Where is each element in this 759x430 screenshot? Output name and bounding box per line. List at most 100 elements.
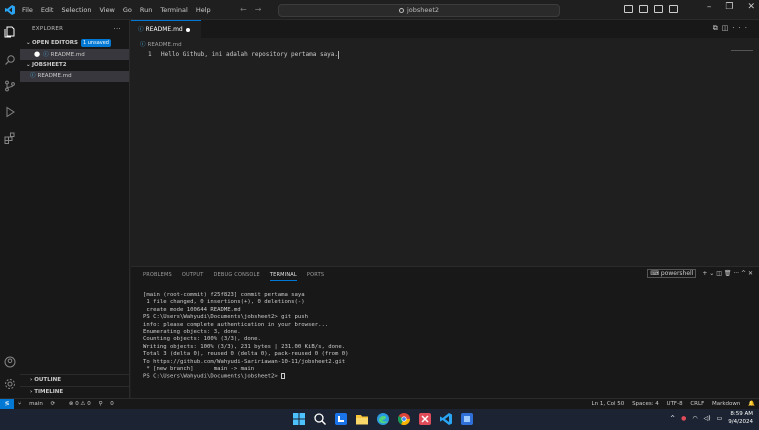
manage-gear-icon[interactable]	[4, 378, 16, 390]
toggle-primary-sidebar-icon[interactable]	[624, 5, 633, 13]
problems-indicator[interactable]: ⊗ 0 ⚠ 0	[69, 401, 91, 407]
tab-problems[interactable]: PROBLEMS	[143, 272, 172, 281]
volume-icon[interactable]: ◁)	[704, 415, 711, 422]
command-center-search[interactable]: jobsheet2	[278, 4, 560, 17]
panel-tabs: PROBLEMS OUTPUT DEBUG CONSOLE TERMINAL P…	[143, 272, 334, 281]
folder-label: JOBSHEET2	[32, 62, 67, 68]
branch-indicator[interactable]: ⑂ main ⟳	[18, 401, 61, 407]
terminal-output[interactable]: [main (root-commit) f25f823] commit pert…	[143, 292, 743, 381]
tab-output[interactable]: OUTPUT	[182, 272, 204, 281]
menu-terminal[interactable]: Terminal	[160, 6, 187, 14]
folder-section[interactable]: ⌄JOBSHEET2	[20, 60, 129, 71]
shell-label: powershell	[660, 270, 694, 277]
chrome-browser-icon[interactable]	[397, 412, 411, 426]
back-arrow-icon[interactable]: ←	[240, 5, 255, 14]
minimap[interactable]	[731, 50, 753, 51]
unsaved-dot-icon[interactable]	[185, 27, 190, 32]
modified-dot-icon: ●	[34, 50, 41, 58]
tab-readme[interactable]: ⓘ README.md	[131, 20, 201, 38]
title-bar: File Edit Selection View Go Run Terminal…	[0, 0, 759, 20]
cursor-position[interactable]: Ln 1, Col 50	[592, 401, 625, 407]
taskbar-app-blue-icon[interactable]	[460, 412, 474, 426]
minimize-button[interactable]: –	[707, 2, 712, 12]
file-explorer-icon[interactable]	[355, 412, 369, 426]
folder-file-item[interactable]: ⓘ README.md	[20, 71, 129, 82]
search-icon	[398, 7, 404, 13]
code-line[interactable]: 1 Hello Github, ini adalah repository pe…	[131, 50, 759, 60]
close-panel-icon[interactable]: ✕	[748, 270, 753, 277]
chevron-up-icon[interactable]: ^	[670, 415, 675, 422]
close-button[interactable]: ✕	[747, 2, 755, 12]
more-actions-icon[interactable]: ···	[113, 20, 121, 38]
open-editor-item[interactable]: ● ⓘ README.md	[20, 49, 129, 60]
line-text: Hello Github, ini adalah repository pert…	[161, 51, 339, 58]
status-bar: ≶ ⑂ main ⟳ ⊗ 0 ⚠ 0 ⚲ 0 Ln 1, Col 50 Spac…	[0, 398, 759, 409]
tray-app-icon[interactable]: ●	[681, 415, 686, 422]
sync-icon: ⟳	[50, 401, 56, 407]
open-editors-section[interactable]: ⌄OPEN EDITORS 1 unsaved	[20, 38, 129, 49]
branch-name: main	[29, 401, 43, 407]
customize-layout-icon[interactable]	[669, 5, 678, 13]
window-controls: – ❐ ✕	[707, 2, 755, 12]
ports-indicator[interactable]: ⚲ 0	[98, 401, 119, 407]
remote-indicator-icon[interactable]: ≶	[0, 399, 14, 409]
extensions-icon[interactable]	[4, 132, 16, 144]
search-view-icon[interactable]	[4, 54, 16, 66]
clock[interactable]: 8:59 AM 9/4/2024	[728, 411, 753, 426]
menu-edit[interactable]: Edit	[41, 6, 54, 14]
taskbar-apps	[292, 412, 474, 426]
editor-actions: ⧉◫···	[713, 24, 751, 33]
forward-arrow-icon[interactable]: →	[255, 5, 270, 14]
outline-section[interactable]: › OUTLINE	[20, 374, 130, 385]
indentation[interactable]: Spaces: 4	[632, 401, 659, 407]
explorer-icon[interactable]	[4, 26, 16, 38]
terminal-line: * [new branch] main -> main	[143, 366, 255, 373]
accounts-icon[interactable]	[4, 356, 16, 368]
taskbar-search-icon[interactable]	[313, 412, 327, 426]
menu-bar: File Edit Selection View Go Run Terminal…	[22, 0, 219, 20]
menu-file[interactable]: File	[22, 6, 33, 14]
notifications-bell-icon[interactable]: 🔔	[748, 401, 755, 407]
wifi-icon[interactable]: ◠	[692, 415, 697, 422]
kill-terminal-icon[interactable]: 🗑	[724, 270, 732, 277]
tab-terminal[interactable]: TERMINAL	[269, 272, 297, 281]
split-terminal-icon[interactable]: ◫	[716, 270, 722, 277]
menu-view[interactable]: View	[99, 6, 114, 14]
menu-run[interactable]: Run	[140, 6, 152, 14]
vscode-taskbar-icon[interactable]	[439, 412, 453, 426]
edge-browser-icon[interactable]	[376, 412, 390, 426]
taskbar-app-icon[interactable]	[334, 412, 348, 426]
menu-go[interactable]: Go	[123, 6, 132, 14]
language-mode[interactable]: Markdown	[712, 401, 740, 407]
tab-debug-console[interactable]: DEBUG CONSOLE	[213, 272, 259, 281]
run-debug-icon[interactable]	[4, 106, 16, 118]
windows-start-icon[interactable]	[292, 412, 306, 426]
text-cursor	[338, 50, 340, 59]
timeline-label: TIMELINE	[34, 389, 64, 395]
chevron-right-icon: ›	[30, 389, 33, 395]
chevron-down-icon[interactable]: ⌄	[709, 270, 714, 277]
line-number: 1	[148, 51, 152, 58]
maximize-panel-icon[interactable]: ^	[741, 270, 746, 277]
terminal-line: info: please complete authentication in …	[143, 321, 329, 328]
more-actions-icon[interactable]: ···	[732, 24, 751, 32]
menu-help[interactable]: Help	[196, 6, 211, 14]
toggle-secondary-sidebar-icon[interactable]	[654, 5, 663, 13]
battery-icon[interactable]: ▭	[717, 415, 723, 422]
end-of-line[interactable]: CRLF	[690, 401, 704, 407]
terminal-shell-selector[interactable]: ⌨ powershell	[647, 269, 697, 278]
nav-arrows[interactable]: ←→	[240, 5, 269, 14]
encoding[interactable]: UTF-8	[667, 401, 683, 407]
maximize-button[interactable]: ❐	[725, 2, 733, 12]
timeline-section[interactable]: › TIMELINE	[20, 386, 130, 397]
editor-area[interactable]: 1 Hello Github, ini adalah repository pe…	[131, 38, 759, 266]
split-editor-icon[interactable]: ◫	[722, 24, 733, 32]
menu-selection[interactable]: Selection	[61, 6, 91, 14]
source-control-icon[interactable]	[4, 80, 16, 92]
more-actions-icon[interactable]: ···	[733, 270, 739, 277]
open-preview-icon[interactable]: ⧉	[713, 24, 722, 32]
tab-ports[interactable]: PORTS	[307, 272, 324, 281]
new-terminal-icon[interactable]: +	[702, 270, 707, 277]
toggle-panel-icon[interactable]	[639, 5, 648, 13]
taskbar-app-red-icon[interactable]	[418, 412, 432, 426]
